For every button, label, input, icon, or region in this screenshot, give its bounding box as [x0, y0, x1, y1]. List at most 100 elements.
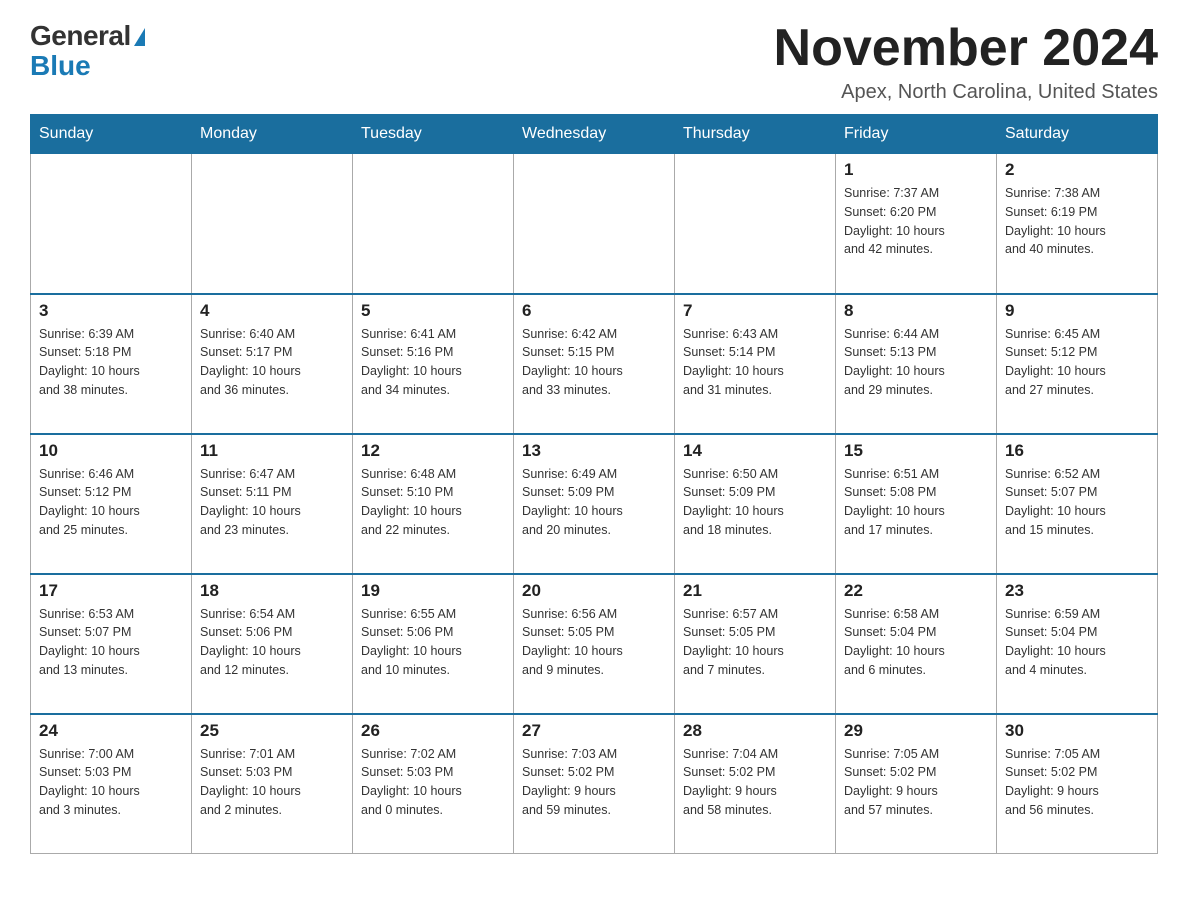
day-number: 4 — [200, 301, 344, 321]
calendar-cell: 12 Sunrise: 6:48 AM Sunset: 5:10 PM Dayli… — [353, 434, 514, 574]
day-info: Sunrise: 6:46 AM Sunset: 5:12 PM Dayligh… — [39, 465, 183, 540]
day-info: Sunrise: 6:55 AM Sunset: 5:06 PM Dayligh… — [361, 605, 505, 680]
calendar-week-4: 17Sunrise: 6:53 AM Sunset: 5:07 PM Dayli… — [31, 574, 1158, 714]
day-info: Sunrise: 6:49 AM Sunset: 5:09 PM Dayligh… — [522, 465, 666, 540]
calendar-title: November 2024 — [774, 20, 1158, 77]
logo-blue-text: Blue — [30, 50, 145, 82]
day-info: Sunrise: 7:38 AM Sunset: 6:19 PM Dayligh… — [1005, 184, 1149, 259]
calendar-cell: 7 Sunrise: 6:43 AM Sunset: 5:14 PM Daylig… — [675, 294, 836, 434]
calendar-cell: 15 Sunrise: 6:51 AM Sunset: 5:08 PM Dayli… — [836, 434, 997, 574]
day-info: Sunrise: 6:47 AM Sunset: 5:11 PM Dayligh… — [200, 465, 344, 540]
day-number: 7 — [683, 301, 827, 321]
day-number: 28 — [683, 721, 827, 741]
day-number: 16 — [1005, 441, 1149, 461]
calendar-cell: 30 Sunrise: 7:05 AM Sunset: 5:02 PM Dayli… — [997, 714, 1158, 854]
day-number: 21 — [683, 581, 827, 601]
day-number: 6 — [522, 301, 666, 321]
calendar-cell: 11 Sunrise: 6:47 AM Sunset: 5:11 PM Dayli… — [192, 434, 353, 574]
calendar-cell: 4Sunrise: 6:40 AM Sunset: 5:17 PM Daylig… — [192, 294, 353, 434]
calendar-cell: 22 Sunrise: 6:58 AM Sunset: 5:04 PM Dayli… — [836, 574, 997, 714]
day-number: 8 — [844, 301, 988, 321]
calendar-cell: 10 Sunrise: 6:46 AM Sunset: 5:12 PM Dayli… — [31, 434, 192, 574]
day-info: Sunrise: 6:54 AM Sunset: 5:06 PM Dayligh… — [200, 605, 344, 680]
calendar-cell — [353, 154, 514, 294]
calendar-cell: 8 Sunrise: 6:44 AM Sunset: 5:13 PM Daylig… — [836, 294, 997, 434]
weekday-header-sunday: Sunday — [31, 115, 192, 154]
day-number: 13 — [522, 441, 666, 461]
logo: General Blue — [30, 20, 145, 82]
day-number: 22 — [844, 581, 988, 601]
day-info: Sunrise: 6:51 AM Sunset: 5:08 PM Dayligh… — [844, 465, 988, 540]
calendar-week-2: 3Sunrise: 6:39 AM Sunset: 5:18 PM Daylig… — [31, 294, 1158, 434]
day-number: 14 — [683, 441, 827, 461]
day-number: 10 — [39, 441, 183, 461]
day-info: Sunrise: 7:02 AM Sunset: 5:03 PM Dayligh… — [361, 745, 505, 820]
calendar-cell: 27 Sunrise: 7:03 AM Sunset: 5:02 PM Dayli… — [514, 714, 675, 854]
title-section: November 2024 Apex, North Carolina, Unit… — [774, 20, 1158, 104]
day-info: Sunrise: 6:56 AM Sunset: 5:05 PM Dayligh… — [522, 605, 666, 680]
weekday-header-wednesday: Wednesday — [514, 115, 675, 154]
location-subtitle: Apex, North Carolina, United States — [774, 81, 1158, 104]
day-number: 11 — [200, 441, 344, 461]
calendar-cell: 20Sunrise: 6:56 AM Sunset: 5:05 PM Dayli… — [514, 574, 675, 714]
day-number: 26 — [361, 721, 505, 741]
day-number: 17 — [39, 581, 183, 601]
day-info: Sunrise: 6:44 AM Sunset: 5:13 PM Dayligh… — [844, 325, 988, 400]
day-info: Sunrise: 6:57 AM Sunset: 5:05 PM Dayligh… — [683, 605, 827, 680]
calendar-cell — [514, 154, 675, 294]
day-info: Sunrise: 7:01 AM Sunset: 5:03 PM Dayligh… — [200, 745, 344, 820]
calendar-cell: 16Sunrise: 6:52 AM Sunset: 5:07 PM Dayli… — [997, 434, 1158, 574]
calendar-cell: 17Sunrise: 6:53 AM Sunset: 5:07 PM Dayli… — [31, 574, 192, 714]
calendar-cell: 9Sunrise: 6:45 AM Sunset: 5:12 PM Daylig… — [997, 294, 1158, 434]
calendar-cell: 29 Sunrise: 7:05 AM Sunset: 5:02 PM Dayli… — [836, 714, 997, 854]
day-number: 2 — [1005, 160, 1149, 180]
day-info: Sunrise: 7:37 AM Sunset: 6:20 PM Dayligh… — [844, 184, 988, 259]
day-info: Sunrise: 7:05 AM Sunset: 5:02 PM Dayligh… — [844, 745, 988, 820]
calendar-cell: 5 Sunrise: 6:41 AM Sunset: 5:16 PM Daylig… — [353, 294, 514, 434]
logo-triangle-icon — [134, 28, 145, 46]
day-number: 29 — [844, 721, 988, 741]
day-info: Sunrise: 6:48 AM Sunset: 5:10 PM Dayligh… — [361, 465, 505, 540]
day-info: Sunrise: 6:50 AM Sunset: 5:09 PM Dayligh… — [683, 465, 827, 540]
weekday-header-row: SundayMondayTuesdayWednesdayThursdayFrid… — [31, 115, 1158, 154]
day-info: Sunrise: 6:39 AM Sunset: 5:18 PM Dayligh… — [39, 325, 183, 400]
day-info: Sunrise: 7:03 AM Sunset: 5:02 PM Dayligh… — [522, 745, 666, 820]
calendar-cell: 18Sunrise: 6:54 AM Sunset: 5:06 PM Dayli… — [192, 574, 353, 714]
weekday-header-thursday: Thursday — [675, 115, 836, 154]
calendar-table: SundayMondayTuesdayWednesdayThursdayFrid… — [30, 114, 1158, 854]
calendar-week-5: 24Sunrise: 7:00 AM Sunset: 5:03 PM Dayli… — [31, 714, 1158, 854]
calendar-cell — [192, 154, 353, 294]
calendar-cell: 3Sunrise: 6:39 AM Sunset: 5:18 PM Daylig… — [31, 294, 192, 434]
day-info: Sunrise: 6:58 AM Sunset: 5:04 PM Dayligh… — [844, 605, 988, 680]
calendar-cell: 26 Sunrise: 7:02 AM Sunset: 5:03 PM Dayli… — [353, 714, 514, 854]
day-info: Sunrise: 7:00 AM Sunset: 5:03 PM Dayligh… — [39, 745, 183, 820]
day-info: Sunrise: 6:41 AM Sunset: 5:16 PM Dayligh… — [361, 325, 505, 400]
weekday-header-saturday: Saturday — [997, 115, 1158, 154]
calendar-cell: 19 Sunrise: 6:55 AM Sunset: 5:06 PM Dayli… — [353, 574, 514, 714]
day-info: Sunrise: 6:43 AM Sunset: 5:14 PM Dayligh… — [683, 325, 827, 400]
calendar-cell: 14 Sunrise: 6:50 AM Sunset: 5:09 PM Dayli… — [675, 434, 836, 574]
calendar-cell: 21 Sunrise: 6:57 AM Sunset: 5:05 PM Dayli… — [675, 574, 836, 714]
day-number: 19 — [361, 581, 505, 601]
day-number: 9 — [1005, 301, 1149, 321]
day-info: Sunrise: 7:04 AM Sunset: 5:02 PM Dayligh… — [683, 745, 827, 820]
calendar-cell: 25 Sunrise: 7:01 AM Sunset: 5:03 PM Dayli… — [192, 714, 353, 854]
weekday-header-monday: Monday — [192, 115, 353, 154]
calendar-cell: 23Sunrise: 6:59 AM Sunset: 5:04 PM Dayli… — [997, 574, 1158, 714]
day-number: 5 — [361, 301, 505, 321]
day-number: 25 — [200, 721, 344, 741]
day-number: 30 — [1005, 721, 1149, 741]
calendar-cell — [31, 154, 192, 294]
calendar-week-1: 1Sunrise: 7:37 AM Sunset: 6:20 PM Daylig… — [31, 154, 1158, 294]
page-header: General Blue November 2024 Apex, North C… — [30, 20, 1158, 104]
day-number: 12 — [361, 441, 505, 461]
calendar-week-3: 10 Sunrise: 6:46 AM Sunset: 5:12 PM Dayli… — [31, 434, 1158, 574]
calendar-cell — [675, 154, 836, 294]
logo-general-text: General — [30, 20, 131, 52]
day-info: Sunrise: 7:05 AM Sunset: 5:02 PM Dayligh… — [1005, 745, 1149, 820]
calendar-cell: 13 Sunrise: 6:49 AM Sunset: 5:09 PM Dayli… — [514, 434, 675, 574]
day-info: Sunrise: 6:59 AM Sunset: 5:04 PM Dayligh… — [1005, 605, 1149, 680]
day-number: 15 — [844, 441, 988, 461]
calendar-cell: 6Sunrise: 6:42 AM Sunset: 5:15 PM Daylig… — [514, 294, 675, 434]
day-number: 27 — [522, 721, 666, 741]
